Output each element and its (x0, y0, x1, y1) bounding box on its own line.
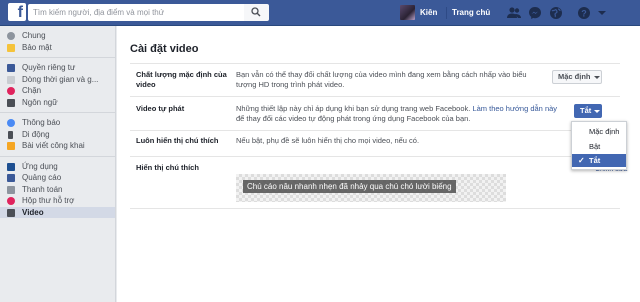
sidebar-item-support-inbox[interactable]: Hộp thư hỗ trợ (0, 195, 115, 207)
ads-icon (7, 174, 15, 182)
divider (130, 208, 620, 209)
profile-link[interactable]: Kiên (420, 8, 437, 17)
timeline-icon (7, 75, 15, 84)
caret-down-icon (593, 75, 600, 79)
sidebar-item-privacy[interactable]: Quyền riêng tư (0, 62, 115, 74)
block-icon (7, 87, 15, 95)
page-title: Cài đặt video (130, 43, 199, 55)
autoplay-setting-label: Video tự phát (136, 104, 185, 113)
lifebuoy-icon (7, 197, 15, 205)
always-captions-description: Nếu bật, phụ đề sẽ luôn hiển thị cho mọi… (236, 136, 420, 145)
nav-divider (446, 7, 447, 19)
sidebar-item-ads[interactable]: Quảng cáo (0, 172, 115, 184)
svg-text:?: ? (581, 9, 587, 19)
home-link[interactable]: Trang chủ (452, 8, 490, 17)
gear-icon (7, 32, 15, 40)
sidebar-item-security[interactable]: Bảo mật (0, 42, 115, 54)
divider (130, 156, 620, 157)
divider (130, 96, 620, 97)
menu-item-off[interactable]: ✓ Tắt (572, 154, 626, 167)
search-button[interactable] (244, 4, 269, 21)
language-icon (7, 98, 15, 107)
messenger-icon[interactable] (527, 5, 543, 21)
sidebar-item-videos[interactable]: Video (0, 206, 115, 218)
quality-setting-description: Bạn vẫn có thể thay đổi chất lượng của v… (236, 70, 527, 89)
divider (130, 130, 620, 131)
sidebar-item-public-posts[interactable]: Bài viết công khai (0, 140, 115, 152)
globe-notifications-icon[interactable] (548, 5, 564, 21)
autoplay-setting-description: Những thiết lập này chỉ áp dụng khi bạn … (236, 104, 558, 123)
sidebar-item-general[interactable]: Chung (0, 30, 115, 42)
card-icon (7, 185, 15, 194)
sidebar-item-apps[interactable]: Ứng dụng (0, 161, 115, 173)
sidebar-group-account: Chung Bảo mật (0, 26, 115, 58)
caption-preview: Chú cáo nâu nhanh nhẹn đã nhảy qua chú c… (236, 174, 506, 202)
film-icon (7, 208, 15, 217)
search-box (28, 4, 244, 21)
menu-item-on[interactable]: Bật (572, 140, 626, 153)
help-icon[interactable]: ? (576, 5, 592, 21)
caption-display-label: Hiển thị chú thích (136, 163, 199, 172)
sidebar-group-notifications: Thông báo Di động Bài viết công khai (0, 113, 115, 157)
sidebar-item-payments[interactable]: Thanh toán (0, 184, 115, 196)
search-input[interactable] (28, 4, 244, 21)
friend-requests-icon[interactable] (506, 5, 522, 21)
globe-icon (7, 119, 15, 127)
chevron-down-icon[interactable] (598, 9, 606, 17)
shield-icon (7, 43, 15, 52)
caret-down-icon (594, 109, 601, 113)
autoplay-dropdown-button[interactable]: Tắt (574, 104, 602, 118)
sidebar-item-blocking[interactable]: Chặn (0, 85, 115, 97)
avatar[interactable] (400, 5, 415, 20)
sidebar-group-apps: Ứng dụng Quảng cáo Thanh toán Hộp thư hỗ… (0, 157, 115, 223)
facebook-logo[interactable]: f (8, 3, 26, 21)
settings-sidebar: Chung Bảo mật Quyền riêng tư Dòng thời g… (0, 26, 116, 302)
quality-setting-label: Chất lượng mặc định của video (136, 70, 227, 89)
autoplay-options-menu: Mặc định Bật ✓ Tắt (571, 121, 627, 170)
search-icon (251, 7, 261, 17)
video-settings-panel: Cài đặt video Chất lượng mặc định của vi… (117, 26, 640, 302)
sidebar-group-privacy: Quyền riêng tư Dòng thời gian và g... Ch… (0, 58, 115, 113)
apps-icon (7, 162, 15, 171)
mobile-icon (8, 130, 13, 139)
sidebar-item-timeline[interactable]: Dòng thời gian và g... (0, 74, 115, 86)
lock-people-icon (7, 64, 15, 72)
sidebar-item-notifications[interactable]: Thông báo (0, 117, 115, 129)
menu-item-default[interactable]: Mặc định (572, 125, 626, 138)
always-captions-label: Luôn hiển thị chú thích (136, 136, 219, 145)
autoplay-help-link[interactable]: Làm theo hướng dẫn này (472, 104, 557, 113)
sidebar-item-language[interactable]: Ngôn ngữ (0, 97, 115, 109)
rss-icon (7, 142, 15, 150)
sidebar-item-mobile[interactable]: Di động (0, 129, 115, 141)
checkmark-icon: ✓ (578, 156, 585, 165)
divider (130, 63, 620, 64)
caption-sample-text: Chú cáo nâu nhanh nhẹn đã nhảy qua chú c… (243, 180, 456, 193)
quality-dropdown-button[interactable]: Mặc định (552, 70, 602, 84)
top-navigation-bar: f Kiên Trang chủ ? (0, 0, 640, 26)
